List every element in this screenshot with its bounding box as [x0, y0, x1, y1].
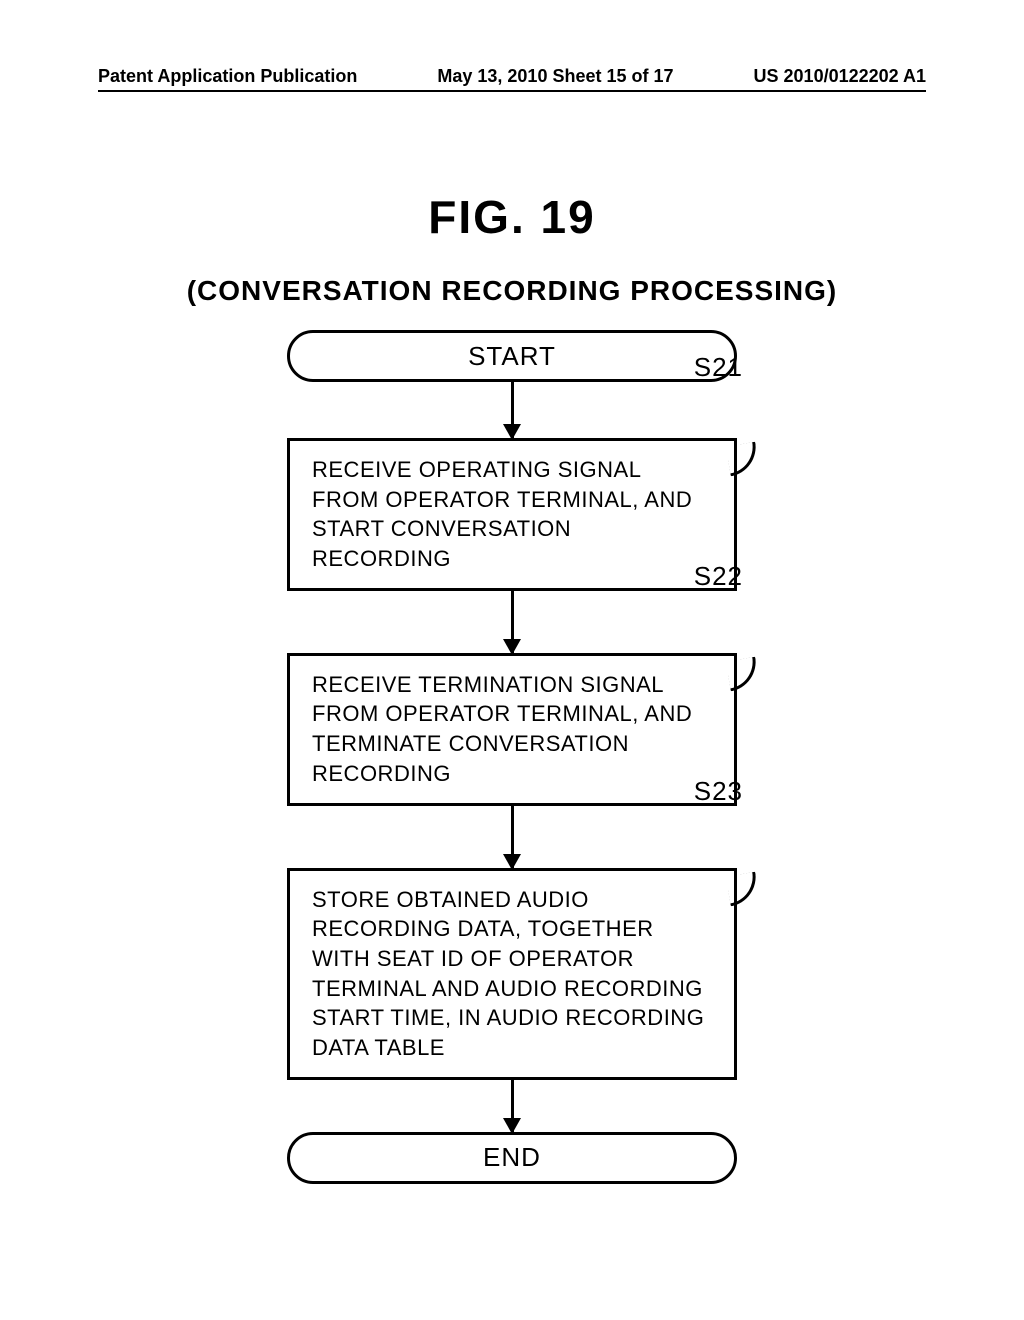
callout-icon [726, 656, 761, 691]
step-label-s23: S23 [694, 776, 743, 807]
figure-subtitle: (CONVERSATION RECORDING PROCESSING) [0, 275, 1024, 307]
flow-arrow [287, 1080, 737, 1132]
flow-arrow: S21 [287, 382, 737, 438]
header-center: May 13, 2010 Sheet 15 of 17 [437, 66, 673, 87]
page-header: Patent Application Publication May 13, 2… [98, 66, 926, 87]
step-label-s22: S22 [694, 561, 743, 592]
header-left: Patent Application Publication [98, 66, 357, 87]
flow-step-text: RECEIVE TERMINATION SIGNAL FROM OPERATOR… [312, 672, 692, 786]
flow-arrow: S23 [287, 806, 737, 868]
flow-start: START [287, 330, 737, 382]
callout-icon [726, 871, 761, 906]
flowchart: START S21 RECEIVE OPERATING SIGNAL FROM … [0, 330, 1024, 1184]
flow-step-text: STORE OBTAINED AUDIO RECORDING DATA, TOG… [312, 887, 704, 1060]
header-right: US 2010/0122202 A1 [754, 66, 926, 87]
flow-step-text: RECEIVE OPERATING SIGNAL FROM OPERATOR T… [312, 457, 692, 571]
flow-step-s21: RECEIVE OPERATING SIGNAL FROM OPERATOR T… [287, 438, 737, 591]
step-label-s21: S21 [694, 352, 743, 383]
flow-step-s23: STORE OBTAINED AUDIO RECORDING DATA, TOG… [287, 868, 737, 1080]
callout-icon [726, 442, 761, 477]
figure-title: FIG. 19 [0, 190, 1024, 244]
flow-arrow: S22 [287, 591, 737, 653]
flow-step-s22: RECEIVE TERMINATION SIGNAL FROM OPERATOR… [287, 653, 737, 806]
header-rule [98, 90, 926, 92]
flow-end: END [287, 1132, 737, 1184]
